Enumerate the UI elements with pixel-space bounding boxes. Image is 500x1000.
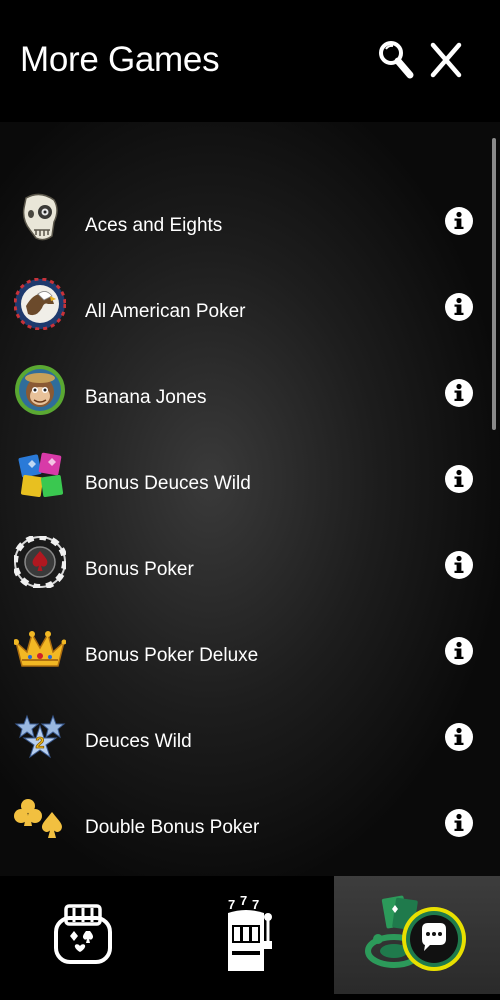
- table-games-chat-icon: [365, 895, 466, 971]
- game-row-deuces-wild[interactable]: 2 Deuces Wild: [0, 688, 500, 774]
- game-name: Bonus Deuces Wild: [85, 473, 251, 494]
- colored-cards-icon: [18, 452, 64, 498]
- bottom-tab-bar: 7 7 7: [0, 876, 500, 1000]
- game-name: Bonus Poker Deluxe: [85, 645, 259, 666]
- svg-text:7: 7: [228, 897, 235, 912]
- page-title: More Games: [20, 40, 220, 79]
- info-icon[interactable]: [444, 550, 474, 580]
- info-icon[interactable]: [444, 808, 474, 838]
- info-icon[interactable]: [444, 636, 474, 666]
- scrollbar[interactable]: [492, 138, 496, 430]
- stars-deuce-icon: 2: [14, 714, 66, 759]
- game-row-double-bonus-poker[interactable]: Double Bonus Poker: [0, 774, 500, 860]
- search-icon: [379, 41, 414, 79]
- game-row-aces-and-eights[interactable]: Aces and Eights: [0, 172, 500, 258]
- monkey-icon: [15, 365, 65, 415]
- game-row-all-american-poker[interactable]: All American Poker: [0, 258, 500, 344]
- close-icon: [430, 42, 462, 78]
- eagle-icon: [14, 278, 66, 330]
- header: More Games: [0, 0, 500, 122]
- search-button[interactable]: [372, 36, 420, 84]
- info-icon[interactable]: [444, 206, 474, 236]
- club-spade-icon: [14, 799, 62, 838]
- app-screen: More Games Aces and Eights All American …: [0, 0, 500, 1000]
- tab-video-poker[interactable]: [0, 876, 166, 994]
- info-icon[interactable]: [444, 464, 474, 494]
- game-name: Double Bonus Poker: [85, 817, 260, 838]
- game-name: Deuces Wild: [85, 731, 192, 752]
- games-list: Aces and Eights All American Poker Banan…: [0, 172, 500, 860]
- game-row-bonus-poker[interactable]: Bonus Poker: [0, 516, 500, 602]
- slot-machine-icon: 7 7 7: [228, 895, 272, 971]
- game-name: Aces and Eights: [85, 215, 223, 236]
- svg-text:7: 7: [240, 895, 247, 908]
- info-icon[interactable]: [444, 378, 474, 408]
- close-button[interactable]: [422, 36, 470, 84]
- game-name: Bonus Poker: [85, 559, 194, 580]
- info-icon[interactable]: [444, 722, 474, 752]
- crown-icon: [14, 631, 66, 667]
- game-name: All American Poker: [85, 301, 246, 322]
- game-row-bonus-poker-deluxe[interactable]: Bonus Poker Deluxe: [0, 602, 500, 688]
- video-poker-icon: [54, 904, 112, 964]
- svg-text:2: 2: [36, 735, 45, 752]
- info-icon[interactable]: [444, 292, 474, 322]
- game-row-bonus-deuces-wild[interactable]: Bonus Deuces Wild: [0, 430, 500, 516]
- svg-text:7: 7: [252, 897, 259, 912]
- skull-icon: [22, 193, 58, 241]
- game-name: Banana Jones: [85, 387, 207, 408]
- game-row-banana-jones[interactable]: Banana Jones: [0, 344, 500, 430]
- poker-chip-icon: [14, 536, 66, 588]
- tab-slots[interactable]: 7 7 7: [167, 876, 333, 994]
- tab-table-games[interactable]: [334, 876, 500, 994]
